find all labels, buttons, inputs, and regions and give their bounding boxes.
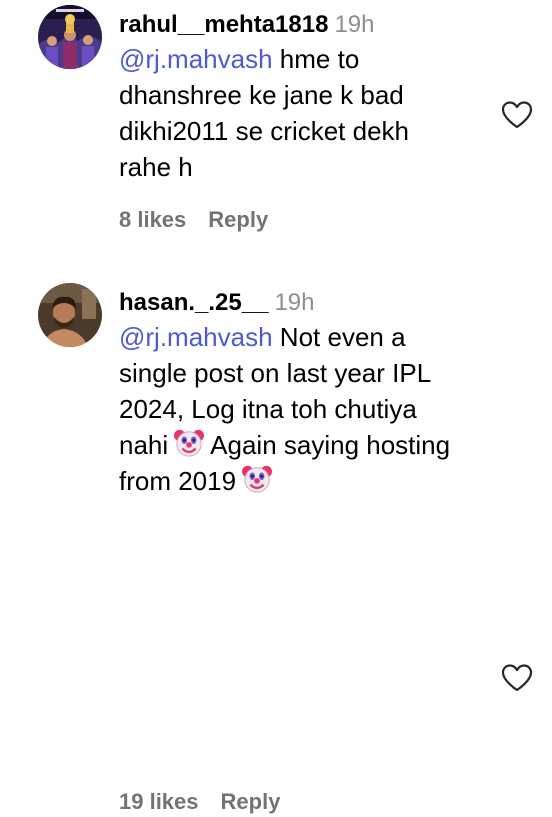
avatar-image [38,283,102,347]
reply-button[interactable]: Reply [221,789,281,814]
heart-outline-icon [501,101,533,129]
comment-item: hasan._.25__ 19h @rj.mahvash Not even a s… [0,270,552,814]
likes-count[interactable]: 8 likes [119,207,186,232]
like-button[interactable] [500,663,534,693]
comment-text-line: dikhi2011 se cricket dekh [119,116,410,146]
comment-text-line: 2024, Log itna toh chutiya [119,394,417,424]
clown-face-icon [174,428,204,458]
heart-outline-icon [501,664,533,692]
comment-text-line: nahi [119,430,169,460]
avatar[interactable] [38,283,102,347]
comment-text-line: Not even a [279,322,406,352]
username[interactable]: rahul__mehta1818 [119,11,328,38]
comment-text: @rj.mahvash hme to dhanshree ke jane k b… [119,41,499,185]
reply-button[interactable]: Reply [208,207,268,232]
comment-actions: 8 likes Reply [119,205,268,235]
comment-actions: 19 likes Reply [119,787,280,817]
like-button[interactable] [500,100,534,130]
mention-link[interactable]: @rj.mahvash [119,44,273,74]
timestamp: 19h [334,11,375,38]
username[interactable]: hasan._.25__ [119,289,268,316]
comment-text-line: from 2019 [119,466,237,496]
comment-text: @rj.mahvash Not even a single post on la… [119,319,499,499]
comment-text-line: single post on last year IPL [119,358,432,388]
comment-item: rahul__mehta1818 19h @rj.mahvash hme to d… [0,0,552,270]
comment-text-line: Again saying hosting [210,430,451,460]
comment-text-line: hme to [279,44,360,74]
clown-face-icon [242,464,272,494]
likes-count[interactable]: 19 likes [119,789,199,814]
comment-text-line: rahe h [119,152,193,182]
timestamp: 19h [274,289,315,316]
avatar-image [38,5,102,69]
comment-text-line: dhanshree ke jane k bad [119,80,404,110]
avatar[interactable] [38,5,102,69]
mention-link[interactable]: @rj.mahvash [119,322,273,352]
